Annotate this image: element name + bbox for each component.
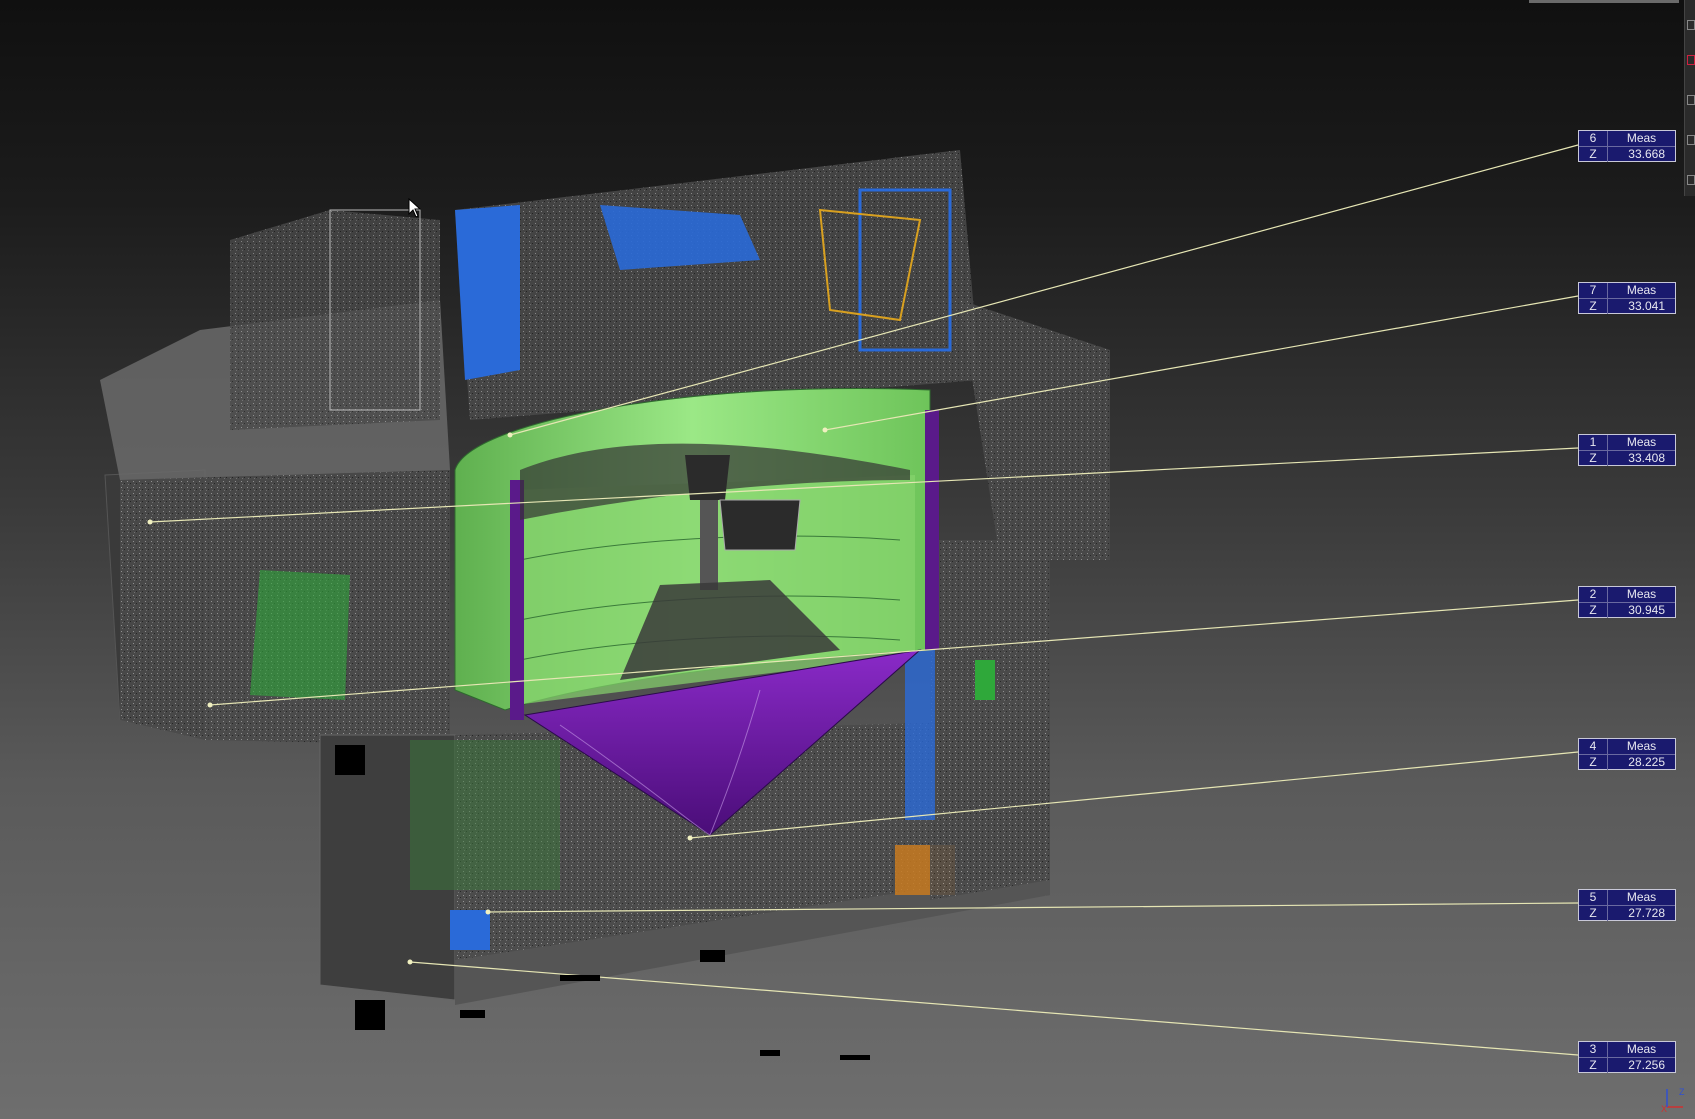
measurement-type: Meas <box>1626 131 1657 145</box>
axis-triad-icon: Z X <box>1661 1087 1685 1113</box>
measurement-label-5[interactable]: 5 Meas Z 27.728 <box>1578 889 1676 921</box>
top-strip <box>1529 0 1679 3</box>
measurement-label-4[interactable]: 4 Meas Z 28.225 <box>1578 738 1676 770</box>
measurement-type: Meas <box>1626 739 1657 753</box>
measurement-label-3[interactable]: 3 Meas Z 27.256 <box>1578 1041 1676 1073</box>
mouse-cursor-icon <box>408 198 422 218</box>
axis-x-label: X <box>1661 1104 1667 1113</box>
measurement-type: Meas <box>1626 283 1657 297</box>
measurement-label-6[interactable]: 6 Meas Z 33.668 <box>1578 130 1676 162</box>
3d-viewport[interactable]: 6 Meas Z 33.668 7 Meas Z 33.041 1 Meas Z 33.40… <box>0 0 1695 1119</box>
measurement-id: 7 <box>1579 283 1608 298</box>
axis-z-label: Z <box>1679 1087 1685 1097</box>
measurement-value: 27.256 <box>1628 1058 1665 1072</box>
measurement-axis: Z <box>1579 451 1608 466</box>
measurement-value: 33.041 <box>1628 299 1665 313</box>
tool-button-icon[interactable] <box>1687 135 1695 145</box>
measurement-axis: Z <box>1579 755 1608 770</box>
measurement-type: Meas <box>1626 435 1657 449</box>
measurement-type: Meas <box>1626 890 1657 904</box>
left-structure <box>100 209 450 745</box>
measurement-value: 33.408 <box>1628 451 1665 465</box>
measurement-value: 33.668 <box>1628 147 1665 161</box>
measurement-label-1[interactable]: 1 Meas Z 33.408 <box>1578 434 1676 466</box>
measurement-value: 30.945 <box>1628 603 1665 617</box>
measurement-axis: Z <box>1579 906 1608 921</box>
measurement-axis: Z <box>1579 299 1608 314</box>
point-cloud-scene[interactable] <box>0 0 1695 1119</box>
tool-button-icon[interactable] <box>1687 95 1695 105</box>
measurement-axis: Z <box>1579 1058 1608 1073</box>
measurement-id: 1 <box>1579 435 1608 450</box>
measurement-type: Meas <box>1626 1042 1657 1056</box>
measurement-type: Meas <box>1626 587 1657 601</box>
measurement-axis: Z <box>1579 147 1608 162</box>
tool-button-icon[interactable] <box>1687 175 1695 185</box>
measurement-id: 4 <box>1579 739 1608 754</box>
measurement-axis: Z <box>1579 603 1608 618</box>
measurement-value: 28.225 <box>1628 755 1665 769</box>
measurement-id: 6 <box>1579 131 1608 146</box>
measurement-id: 5 <box>1579 890 1608 905</box>
side-toolbar[interactable] <box>1684 0 1695 196</box>
selected-tool-icon[interactable] <box>1687 55 1695 65</box>
tool-button-icon[interactable] <box>1687 20 1695 30</box>
measurement-label-2[interactable]: 2 Meas Z 30.945 <box>1578 586 1676 618</box>
measurement-id: 3 <box>1579 1042 1608 1057</box>
measurement-id: 2 <box>1579 587 1608 602</box>
measurement-value: 27.728 <box>1628 906 1665 920</box>
measurement-label-7[interactable]: 7 Meas Z 33.041 <box>1578 282 1676 314</box>
